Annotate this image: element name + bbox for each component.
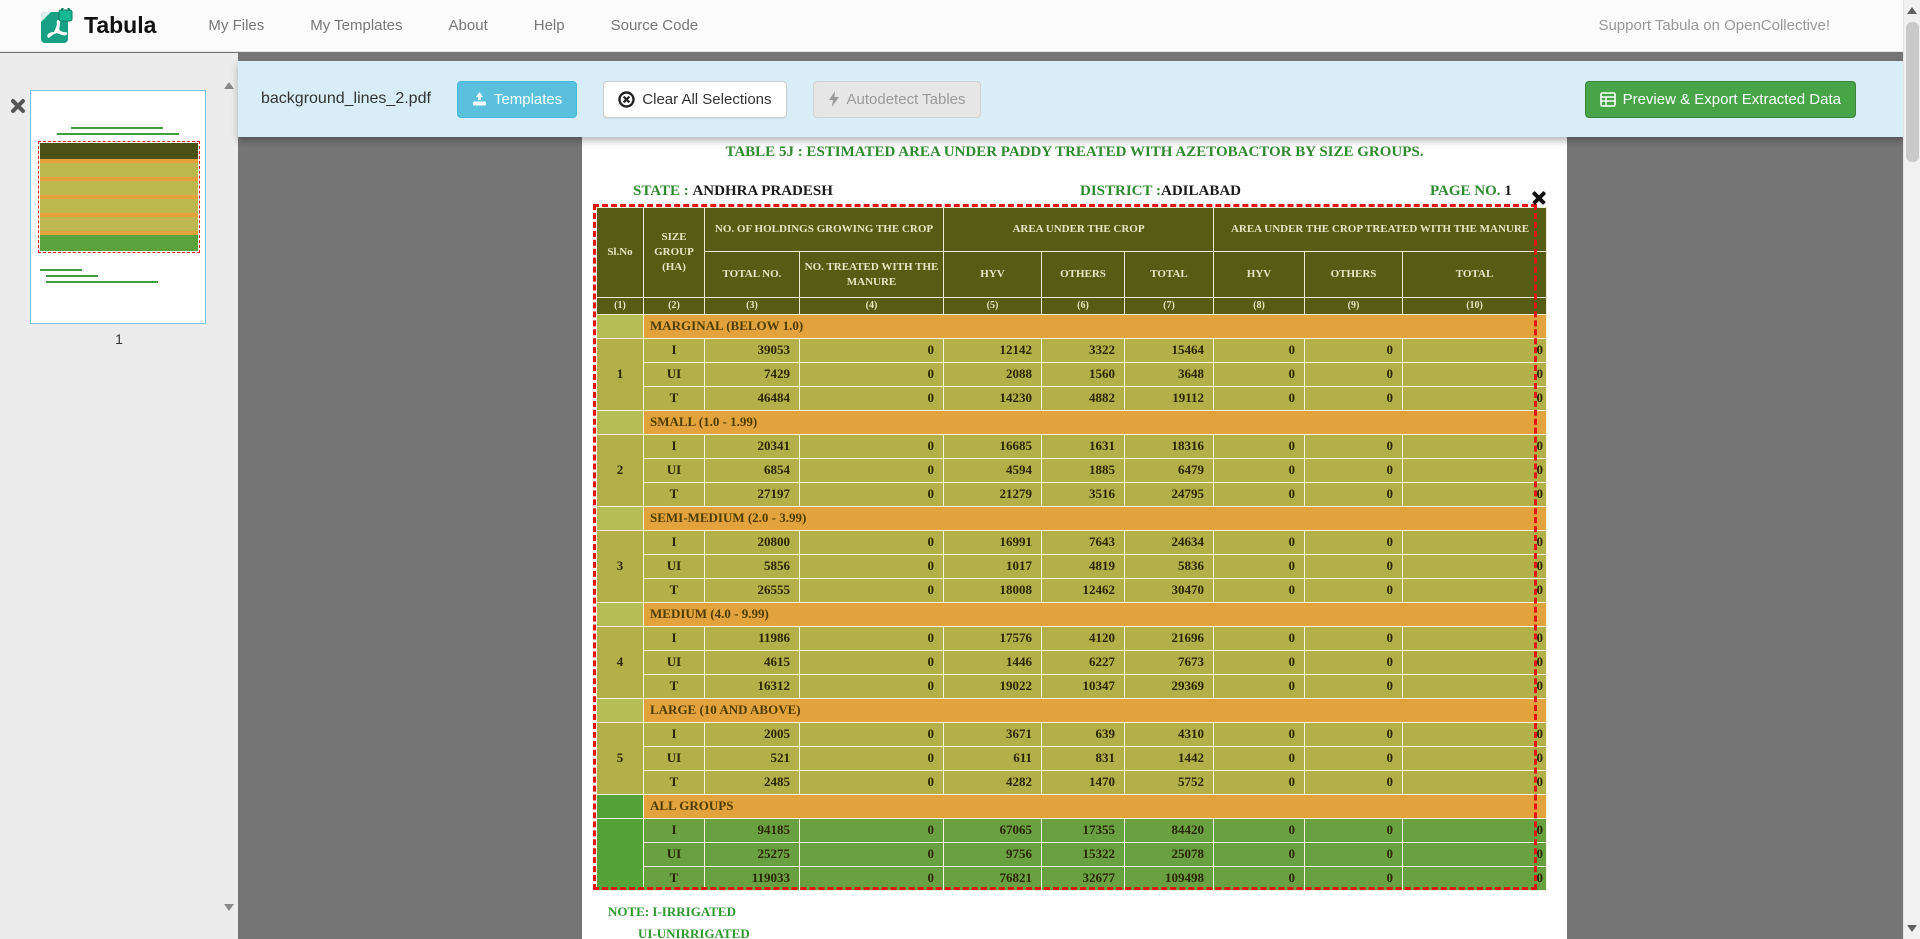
tabula-logo-icon [40, 8, 74, 44]
page-number-value: 1 [1504, 183, 1512, 199]
thumb-title-line [57, 133, 179, 135]
state-label: STATE : [633, 183, 689, 199]
thumb-note-line [46, 275, 98, 277]
templates-icon [472, 92, 487, 106]
document-note-line-1: NOTE: I-IRRIGATED [608, 904, 736, 920]
top-navbar: Tabula My Files My Templates About Help … [0, 0, 1920, 52]
support-link[interactable]: Support Tabula on OpenCollective! [1598, 17, 1830, 34]
sidebar-scroll-down-icon[interactable] [224, 911, 234, 929]
state-value: ANDHRA PRADESH [692, 183, 832, 199]
clear-selections-label: Clear All Selections [642, 91, 771, 108]
nav-item-help[interactable]: Help [534, 17, 565, 34]
state-field: STATE : ANDHRA PRADESH [633, 183, 833, 200]
scrollbar-thumb[interactable] [1906, 22, 1919, 162]
page-number-label: PAGE NO. [1430, 183, 1501, 199]
remove-page-icon[interactable] [9, 97, 27, 115]
brand-name[interactable]: Tabula [84, 12, 156, 39]
district-value: ADILABAD [1161, 183, 1241, 199]
pdf-filename: background_lines_2.pdf [261, 90, 431, 108]
district-label: DISTRICT : [1080, 183, 1161, 199]
preview-export-button[interactable]: Preview & Export Extracted Data [1585, 81, 1856, 118]
document-toolbar: background_lines_2.pdf Templates Clear A… [238, 61, 1903, 137]
templates-label: Templates [494, 91, 562, 108]
autodetect-tables-button[interactable]: Autodetect Tables [813, 81, 981, 118]
table-selection-box[interactable] [593, 204, 1537, 890]
autodetect-label: Autodetect Tables [847, 91, 966, 108]
nav-item-source-code[interactable]: Source Code [611, 17, 699, 34]
scroll-down-icon[interactable] [1907, 925, 1917, 932]
thumb-note-line [40, 269, 82, 271]
table-grid-icon [1600, 92, 1616, 107]
templates-button[interactable]: Templates [457, 81, 577, 118]
pdf-viewport: TABLE 5J : ESTIMATED AREA UNDER PADDY TR… [238, 137, 1903, 939]
thumb-title-line [71, 127, 163, 129]
thumbnail-page-number: 1 [0, 331, 238, 347]
document-title: TABLE 5J : ESTIMATED AREA UNDER PADDY TR… [582, 144, 1567, 161]
document-note-line-2: UI-UNIRRIGATED [638, 926, 750, 939]
thumb-selection-border [38, 141, 200, 253]
sidebar-scroll-up-icon[interactable] [224, 65, 234, 83]
selection-close-icon[interactable] [1532, 190, 1546, 204]
nav-item-my-templates[interactable]: My Templates [310, 17, 402, 34]
preview-export-label: Preview & Export Extracted Data [1623, 91, 1841, 108]
nav-item-about[interactable]: About [449, 17, 488, 34]
page-thumbnail[interactable] [30, 90, 206, 324]
clear-all-selections-button[interactable]: Clear All Selections [603, 81, 786, 118]
page-thumbnail-sidebar: 1 [0, 53, 238, 939]
clear-selections-icon [618, 91, 635, 108]
window-scrollbar[interactable] [1903, 0, 1920, 939]
lightning-icon [828, 91, 840, 107]
nav-links: My Files My Templates About Help Source … [208, 17, 698, 34]
scroll-up-icon[interactable] [1907, 7, 1917, 14]
district-field: DISTRICT :ADILABAD [1080, 183, 1241, 200]
thumb-table [40, 143, 198, 251]
thumb-note-line [46, 281, 158, 283]
data-table-wrapper: Sl.No SIZE GROUP (HA) NO. OF HOLDINGS GR… [596, 207, 1546, 891]
page-number-field: PAGE NO. 1 [1430, 183, 1512, 200]
tabula-brand[interactable]: Tabula [40, 8, 156, 44]
pdf-page[interactable]: TABLE 5J : ESTIMATED AREA UNDER PADDY TR… [582, 137, 1567, 939]
nav-item-my-files[interactable]: My Files [208, 17, 264, 34]
